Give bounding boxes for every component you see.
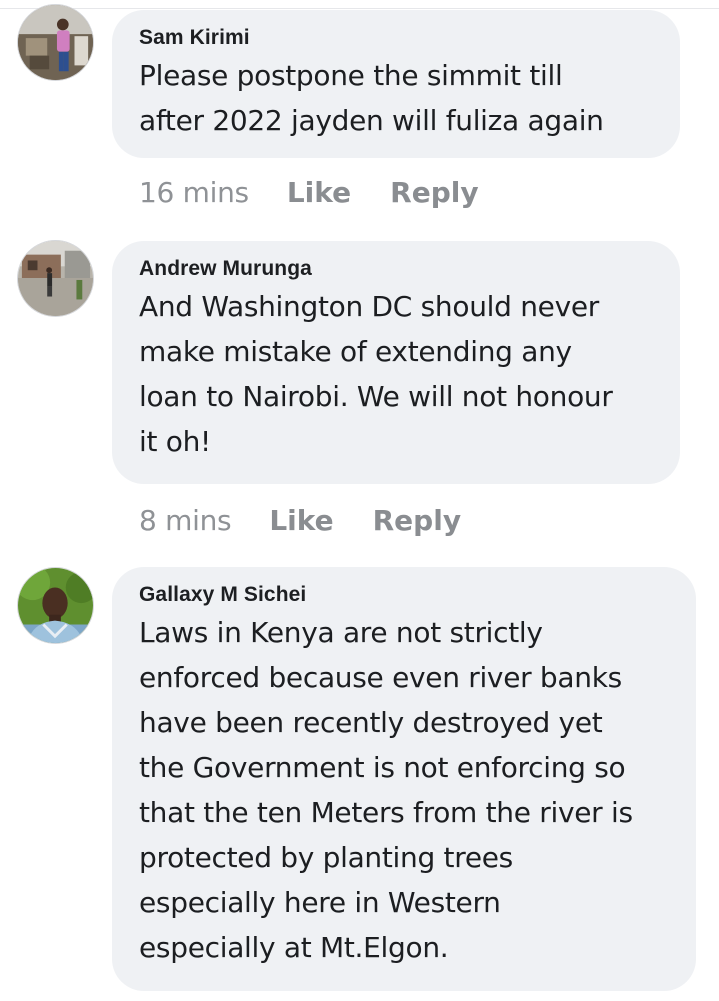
avatar-photo	[18, 568, 93, 643]
reply-button[interactable]: Reply	[373, 504, 461, 538]
comment-text-line: enforced because even river banks	[139, 661, 622, 694]
comment-actions: 16 mins Like Reply	[139, 176, 479, 210]
comment-text-line: make mistake of extending any	[139, 335, 572, 368]
comment-text-line: it oh!	[139, 425, 211, 458]
avatar[interactable]	[17, 240, 94, 317]
top-divider	[0, 0, 719, 9]
comment-text-line: loan to Nairobi. We will not honour	[139, 380, 613, 413]
comment-text: And Washington DC should never make mist…	[139, 284, 654, 464]
comment-bubble: Gallaxy M Sichei Laws in Kenya are not s…	[112, 567, 696, 991]
comment-author[interactable]: Sam Kirimi	[139, 26, 654, 52]
comment-timestamp[interactable]: 16 mins	[139, 176, 249, 210]
comment-text-line: protected by planting trees	[139, 841, 513, 874]
avatar-photo	[18, 241, 93, 316]
comment-author[interactable]: Gallaxy M Sichei	[139, 583, 670, 609]
comment-text-line: the Government is not enforcing so	[139, 751, 626, 784]
comment-text-line: after 2022 jayden will fuliza again	[139, 104, 604, 137]
comment-text-line: especially here in Western	[139, 886, 501, 919]
avatar-photo	[18, 5, 93, 80]
comment-text: Laws in Kenya are not strictly enforced …	[139, 610, 670, 970]
comment-bubble: Sam Kirimi Please postpone the simmit ti…	[112, 10, 680, 158]
avatar[interactable]	[17, 567, 94, 644]
comment-timestamp[interactable]: 8 mins	[139, 504, 232, 538]
like-button[interactable]: Like	[269, 504, 333, 538]
comment-text-line: have been recently destroyed yet	[139, 706, 603, 739]
like-button[interactable]: Like	[287, 176, 351, 210]
comment-text-line: that the ten Meters from the river is	[139, 796, 633, 829]
comment-author[interactable]: Andrew Murunga	[139, 257, 654, 283]
comment-text-line: Please postpone the simmit till	[139, 59, 563, 92]
comment-text-line: And Washington DC should never	[139, 290, 599, 323]
avatar[interactable]	[17, 4, 94, 81]
comment-text-line: especially at Mt.Elgon.	[139, 931, 449, 964]
comment-text-line: Laws in Kenya are not strictly	[139, 616, 543, 649]
comment-text: Please postpone the simmit till after 20…	[139, 53, 654, 143]
comment-bubble: Andrew Murunga And Washington DC should …	[112, 241, 680, 484]
comment-actions: 8 mins Like Reply	[139, 504, 461, 538]
reply-button[interactable]: Reply	[390, 176, 478, 210]
